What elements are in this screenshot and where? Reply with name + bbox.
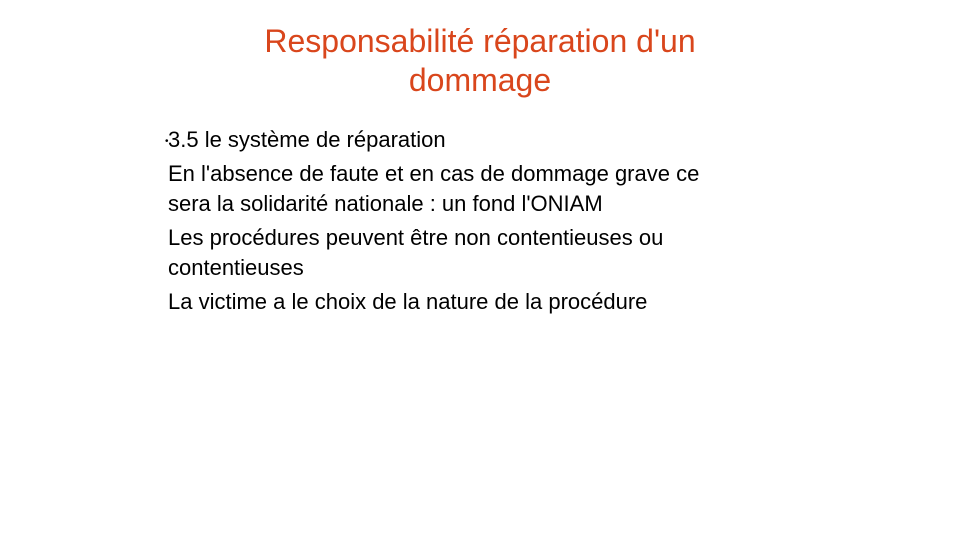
- slide-title-line-1: Responsabilité réparation d'un: [264, 23, 696, 59]
- bullet-icon: •: [165, 136, 169, 147]
- slide-body: • 3.5 le système de réparation En l'abse…: [165, 125, 808, 321]
- slide: Responsabilité réparation d'un dommage •…: [0, 0, 960, 540]
- slide-title: Responsabilité réparation d'un dommage: [160, 22, 800, 100]
- list-item-text: sera la solidarité nationale : un fond l…: [168, 191, 603, 216]
- list-item-solidarity: En l'absence de faute et en cas de domma…: [168, 159, 808, 219]
- list-item-system: • 3.5 le système de réparation: [165, 125, 808, 155]
- list-item-victim-choice: La victime a le choix de la nature de la…: [168, 287, 808, 317]
- list-item-text: 3.5 le système de réparation: [168, 127, 446, 152]
- list-item-procedures: Les procédures peuvent être non contenti…: [168, 223, 808, 283]
- list-item-text: contentieuses: [168, 255, 304, 280]
- slide-title-line-2: dommage: [408, 62, 552, 98]
- list-item-text: En l'absence de faute et en cas de domma…: [168, 161, 700, 186]
- list-item-text: Les procédures peuvent être non contenti…: [168, 225, 664, 250]
- list-item-text: La victime a le choix de la nature de la…: [168, 289, 648, 314]
